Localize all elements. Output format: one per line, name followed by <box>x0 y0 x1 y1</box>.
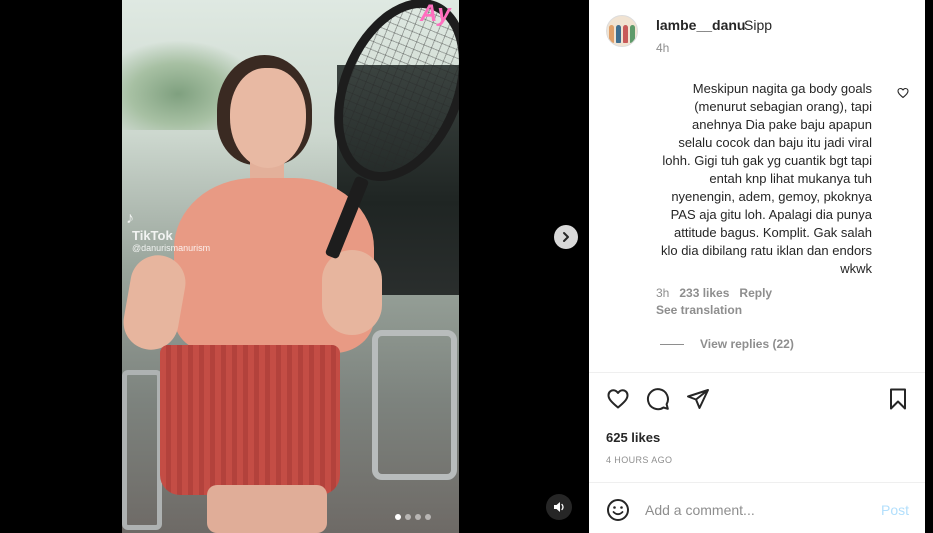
speaker-icon <box>554 502 564 512</box>
next-slide-button[interactable] <box>554 225 578 249</box>
audio-toggle-button[interactable] <box>546 494 572 520</box>
replies-divider-line <box>660 343 684 345</box>
section-divider <box>589 482 925 483</box>
comment-meta: 3h 233 likes Reply <box>656 286 772 300</box>
person-arm-left <box>122 250 190 355</box>
post-likes-count[interactable]: 625 likes <box>606 430 660 445</box>
post-video[interactable]: Ay ♪ TikTok @danurismanurism <box>122 0 459 533</box>
post-username[interactable]: lambe__danu <box>656 17 745 33</box>
tiktok-logo-icon: ♪ <box>126 210 134 227</box>
comment-input[interactable] <box>645 499 865 521</box>
comment-time[interactable]: 3h <box>656 286 669 300</box>
reply-button[interactable]: Reply <box>739 286 772 300</box>
bookmark-icon[interactable] <box>886 387 910 411</box>
post-side-panel: lambe__danu Sipp 4h Meskipun nagita ga b… <box>589 0 925 533</box>
view-replies-label: View replies (22) <box>700 337 794 351</box>
carousel-dot <box>395 514 401 520</box>
action-bar <box>589 383 925 415</box>
chevron-right-icon <box>563 232 569 242</box>
overlay-text: Ay <box>420 0 451 27</box>
post-caption: Sipp <box>744 17 773 33</box>
post-time-ago[interactable]: 4h <box>656 41 669 55</box>
carousel-dot <box>425 514 431 520</box>
emoji-icon[interactable] <box>606 498 630 522</box>
view-replies-button[interactable]: View replies (22) <box>660 337 794 351</box>
person-legs <box>207 485 327 533</box>
carousel-dot <box>405 514 411 520</box>
comment-like-heart-icon[interactable] <box>897 87 909 99</box>
instagram-post-modal: Ay ♪ TikTok @danurismanurism lambe__danu… <box>0 0 933 533</box>
avatar[interactable] <box>606 15 638 47</box>
post-date[interactable]: 4 HOURS AGO <box>606 455 672 465</box>
heart-icon[interactable] <box>606 387 630 411</box>
person-face <box>230 68 306 168</box>
comments-section: lambe__danu Sipp 4h Meskipun nagita ga b… <box>589 0 925 372</box>
carousel-indicator <box>395 514 431 520</box>
tiktok-watermark: ♪ TikTok @danurismanurism <box>126 210 210 253</box>
comment-likes[interactable]: 233 likes <box>679 286 729 300</box>
person-arm-right <box>322 250 382 335</box>
carousel-dot <box>415 514 421 520</box>
tiktok-username: @danurismanurism <box>132 243 211 253</box>
comment-icon[interactable] <box>646 387 670 411</box>
add-comment-bar: Post <box>589 489 925 533</box>
post-comment-button[interactable]: Post <box>881 502 909 518</box>
share-icon[interactable] <box>686 387 710 411</box>
person-skirt <box>160 345 340 495</box>
chair-left <box>122 370 162 530</box>
see-translation-button[interactable]: See translation <box>656 303 742 317</box>
comment-text: Meskipun nagita ga body goals (menurut s… <box>660 81 872 276</box>
tiktok-brand: TikTok <box>132 228 173 243</box>
media-area: Ay ♪ TikTok @danurismanurism <box>0 0 589 533</box>
chair-right <box>372 330 457 480</box>
right-edge-backdrop <box>925 0 933 533</box>
section-divider <box>589 372 925 373</box>
